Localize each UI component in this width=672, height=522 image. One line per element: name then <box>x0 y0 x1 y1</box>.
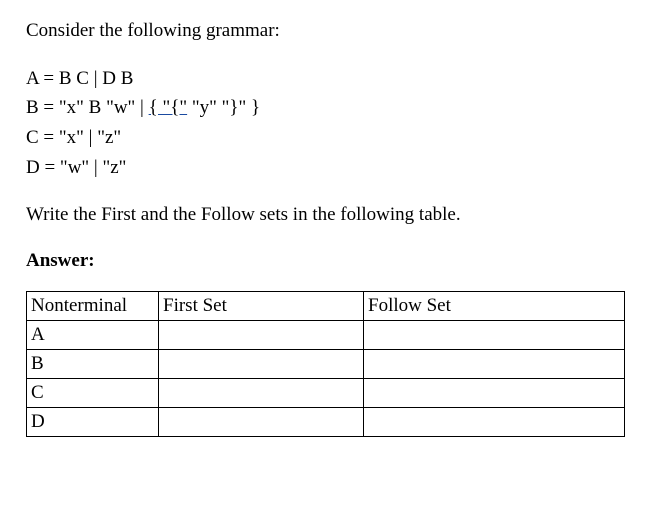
grammar-production-d: D = "w" | "z" <box>26 155 646 181</box>
header-follow-set: Follow Set <box>364 292 625 321</box>
task-text: Write the First and the Follow sets in t… <box>26 202 646 228</box>
grammar-b-underlined: { "{" <box>149 97 188 118</box>
cell-follow[interactable] <box>364 379 625 408</box>
table-row: A <box>27 321 625 350</box>
answer-label: Answer: <box>26 248 646 274</box>
page-root: Consider the following grammar: A = B C … <box>0 0 672 437</box>
grammar-b-prefix: B = "x" B "w" | <box>26 97 149 118</box>
cell-nt: C <box>27 379 159 408</box>
table-row: B <box>27 350 625 379</box>
cell-first[interactable] <box>159 350 364 379</box>
header-first-set: First Set <box>159 292 364 321</box>
cell-nt: B <box>27 350 159 379</box>
sets-table: Nonterminal First Set Follow Set A B C D <box>26 291 625 437</box>
cell-first[interactable] <box>159 379 364 408</box>
grammar-production-b: B = "x" B "w" | { "{" "y" "}" } <box>26 95 646 121</box>
intro-text: Consider the following grammar: <box>26 18 646 44</box>
table-row: D <box>27 408 625 437</box>
cell-first[interactable] <box>159 408 364 437</box>
header-nonterminal: Nonterminal <box>27 292 159 321</box>
table-header-row: Nonterminal First Set Follow Set <box>27 292 625 321</box>
grammar-b-suffix: "y" "}" } <box>187 97 260 118</box>
cell-nt: D <box>27 408 159 437</box>
cell-follow[interactable] <box>364 321 625 350</box>
grammar-production-a: A = B C | D B <box>26 66 646 92</box>
grammar-block: A = B C | D B B = "x" B "w" | { "{" "y" … <box>26 66 646 181</box>
table-row: C <box>27 379 625 408</box>
cell-follow[interactable] <box>364 350 625 379</box>
cell-first[interactable] <box>159 321 364 350</box>
grammar-production-c: C = "x" | "z" <box>26 125 646 151</box>
cell-nt: A <box>27 321 159 350</box>
cell-follow[interactable] <box>364 408 625 437</box>
